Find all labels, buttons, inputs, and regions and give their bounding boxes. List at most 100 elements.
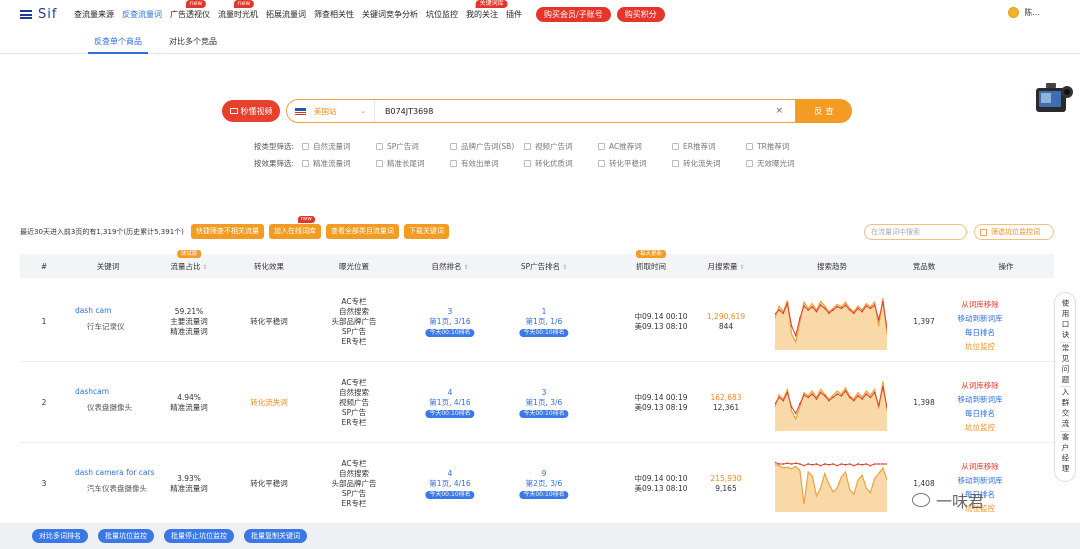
col-header-label: # bbox=[40, 261, 48, 271]
col-header-8[interactable]: 月搜索量 ⇕ bbox=[707, 261, 744, 272]
asin-input[interactable] bbox=[375, 106, 776, 116]
nav-item-label: 插件 bbox=[506, 9, 522, 19]
monitor-filter-checkbox[interactable]: 筛选坑位监控词 bbox=[974, 224, 1054, 240]
nav-item-7[interactable]: 坑位监控 bbox=[426, 9, 458, 20]
trend-point bbox=[786, 302, 789, 305]
filter-effect-3[interactable]: 转化优质词 bbox=[524, 158, 598, 169]
filter-effect-0[interactable]: 精准流量词 bbox=[302, 158, 376, 169]
quick-filter-button[interactable]: 快捷筛查不相关流量 bbox=[190, 224, 264, 239]
tab-compare-products[interactable]: 对比多个竞品 bbox=[166, 30, 220, 54]
filter-type-5[interactable]: ER推荐词 bbox=[672, 141, 746, 152]
filter-type-0[interactable]: 自然流量词 bbox=[302, 141, 376, 152]
bottom-action-1[interactable]: 批量坑位监控 bbox=[98, 529, 154, 543]
filter-label: 转化优质词 bbox=[535, 159, 573, 168]
trend-point bbox=[828, 463, 830, 466]
op-remove-link[interactable]: 从词库移除 bbox=[958, 379, 1003, 393]
filter-type-2[interactable]: 品牌广告词(SB) bbox=[450, 141, 524, 152]
side-help-item-0[interactable]: 使用口诀 bbox=[1060, 299, 1070, 341]
sp-rank-badge[interactable]: 今天00:10排名 bbox=[519, 491, 569, 499]
video-guide-button[interactable]: 秒懂视频 bbox=[222, 100, 280, 122]
clear-icon[interactable]: × bbox=[775, 106, 783, 116]
table-header: # 关键词 流量占比 ⇕ 测试版 转化效果 曝光位置 自然排名 ⇕ SP广告排名 ⇕ 抓取时间 每天更新… bbox=[20, 249, 1054, 278]
side-help-item-2[interactable]: 入群交流 bbox=[1060, 388, 1070, 430]
us-flag-icon bbox=[295, 107, 306, 115]
filter-effect-2[interactable]: 有效出单词 bbox=[450, 158, 524, 169]
user-menu[interactable]: 陈... bbox=[1008, 7, 1040, 18]
trend-point bbox=[799, 463, 801, 465]
nav-item-5[interactable]: 筛查相关性 bbox=[314, 9, 354, 20]
keyword-translation: 仪表盘摄像头 bbox=[87, 403, 132, 412]
natural-rank-page: 第1页, 3/16 bbox=[429, 317, 471, 326]
side-help-item-3[interactable]: 客户经理 bbox=[1060, 433, 1070, 475]
bottom-action-2[interactable]: 批量停止坑位监控 bbox=[164, 529, 234, 543]
filter-effect-5[interactable]: 转化流失词 bbox=[672, 158, 746, 169]
nav-item-4[interactable]: 拓展流量词 bbox=[266, 9, 306, 20]
col-header-4: 曝光位置 bbox=[339, 261, 369, 272]
natural-rank-badge[interactable]: 今天00:10排名 bbox=[425, 491, 475, 499]
keyword-link[interactable]: dashcam bbox=[75, 387, 109, 396]
buy-points-button[interactable]: 购买积分 bbox=[616, 6, 665, 22]
filter-label: ER推荐词 bbox=[683, 142, 716, 151]
trend-point bbox=[840, 394, 843, 397]
col-header-6[interactable]: SP广告排名 ⇕ bbox=[521, 261, 567, 272]
nav-item-2[interactable]: 广告透视仪 new bbox=[170, 0, 210, 20]
keyword-link[interactable]: dash camera for cars bbox=[75, 468, 155, 477]
side-help-item-1[interactable]: 常见问题 bbox=[1060, 344, 1070, 386]
bottom-action-3[interactable]: 批量复制关键词 bbox=[244, 529, 307, 543]
filter-effect-6[interactable]: 无效曝光词 bbox=[746, 158, 820, 169]
monthly-volume-cell: 215,930 9,165 bbox=[710, 474, 741, 494]
op-remove-link[interactable]: 从词库移除 bbox=[958, 298, 1003, 312]
logo[interactable]: Sif bbox=[20, 7, 74, 22]
sp-rank: 3 bbox=[541, 388, 547, 397]
filter-effect-1[interactable]: 精准长尾词 bbox=[376, 158, 450, 169]
trend-point bbox=[877, 404, 880, 407]
bottom-action-0[interactable]: 对比多词排名 bbox=[32, 529, 88, 543]
trend-point bbox=[852, 464, 855, 467]
op-move-link[interactable]: 移动到新词库 bbox=[958, 312, 1003, 326]
filter-effect-4[interactable]: 转化平稳词 bbox=[598, 158, 672, 169]
filter-type-3[interactable]: 视频广告词 bbox=[524, 141, 598, 152]
nav-item-8[interactable]: 我的关注 关键词库 bbox=[466, 0, 508, 20]
sp-rank-badge[interactable]: 今天00:10排名 bbox=[519, 410, 569, 418]
op-move-link[interactable]: 移动到新词库 bbox=[958, 474, 1003, 488]
keyword-link[interactable]: dash cam bbox=[75, 306, 111, 315]
nav-item-6[interactable]: 关键词竞争分析 bbox=[362, 9, 418, 20]
filter-type-1[interactable]: SP广告词 bbox=[376, 141, 450, 152]
download-keywords-button[interactable]: 下载关键词 bbox=[403, 224, 449, 239]
search-trend-cell bbox=[774, 294, 888, 352]
op-monitor-link[interactable]: 坑位监控 bbox=[958, 340, 1003, 354]
nav-item-label: 关键词竞争分析 bbox=[362, 9, 418, 19]
sp-rank-badge[interactable]: 今天00:10排名 bbox=[519, 329, 569, 337]
search-button[interactable]: 反 查 bbox=[796, 99, 852, 123]
nav-item-3[interactable]: 流量时光机 new bbox=[218, 0, 258, 20]
natural-rank-badge[interactable]: 今天00:10排名 bbox=[425, 410, 475, 418]
op-move-link[interactable]: 移动到新词库 bbox=[958, 393, 1003, 407]
tab-single-product[interactable]: 反查单个商品 bbox=[88, 30, 148, 54]
row-index: 3 bbox=[42, 479, 47, 489]
nav-item-label: 反查流量词 bbox=[122, 9, 162, 19]
op-daily-rank-link[interactable]: 每日排名 bbox=[958, 326, 1003, 340]
col-header-5[interactable]: 自然排名 ⇕ bbox=[431, 261, 468, 272]
nav-item-9[interactable]: 插件 bbox=[506, 9, 522, 20]
filter-label: 视频广告词 bbox=[535, 142, 573, 151]
add-to-library-button[interactable]: 加入在线词库 new bbox=[268, 216, 321, 239]
filter-type-6[interactable]: TR推荐词 bbox=[746, 141, 820, 152]
natural-rank-badge[interactable]: 今天00:10排名 bbox=[425, 329, 475, 337]
nav-item-1[interactable]: 反查流量词 bbox=[122, 9, 162, 20]
buy-member-button[interactable]: 购买会员/子账号 bbox=[536, 6, 611, 22]
natural-rank: 4 bbox=[447, 388, 453, 397]
view-category-button[interactable]: 查看全部类目流量词 bbox=[325, 224, 399, 239]
col-header-label: 关键词 bbox=[96, 261, 120, 271]
col-header-2[interactable]: 流量占比 ⇕ 测试版 bbox=[170, 249, 208, 272]
site-select[interactable]: 美国站 ⌄ bbox=[287, 100, 375, 122]
logo-text: Sif bbox=[38, 6, 58, 22]
filter-type-4[interactable]: AC推荐词 bbox=[598, 141, 672, 152]
keyword-filter-input[interactable]: 在流量词中搜索 bbox=[864, 224, 967, 240]
op-monitor-link[interactable]: 坑位监控 bbox=[958, 421, 1003, 435]
nav-item-0[interactable]: 查流量来源 bbox=[74, 9, 114, 20]
op-daily-rank-link[interactable]: 每日排名 bbox=[958, 407, 1003, 421]
op-remove-link[interactable]: 从词库移除 bbox=[958, 460, 1003, 474]
exposure-item: 自然搜索 bbox=[339, 469, 369, 478]
search-bar: 秒懂视频 美国站 ⌄ × 反 查 bbox=[222, 99, 852, 123]
effect-filter-row: 按效果筛选: 精准流量词 精准长尾词 有效出单词 转化优质词 转化平稳词 转化流失词 无效曝光… bbox=[254, 155, 820, 172]
